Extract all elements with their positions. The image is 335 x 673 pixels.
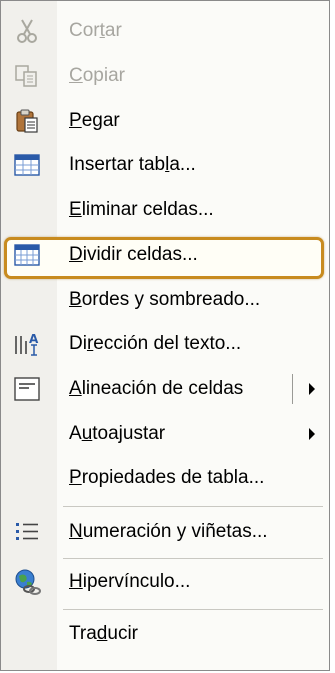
submenu-arrow-icon (309, 428, 315, 440)
menu-item-autoajustar[interactable]: Au toajustar (1, 413, 329, 455)
menu-separator (63, 558, 323, 559)
cell-alignment-icon (11, 373, 43, 405)
menu-item-bordes-sombreado[interactable]: Bordes y sombreado... (1, 279, 329, 321)
menu-item-direccion-texto[interactable]: A Di r ección del texto... (1, 323, 329, 365)
menu-item-copiar[interactable]: Copiar (1, 55, 329, 97)
menu-item-dividir-celdas[interactable]: Dividir celdas... (1, 234, 329, 276)
menu-item-label: Au toajustar (69, 423, 166, 444)
menu-item-label: Insertar tab l a... (69, 154, 196, 175)
copy-icon (11, 60, 43, 92)
menu-separator (63, 609, 323, 610)
menu-item-label: Eliminar celdas... (69, 199, 214, 220)
hyperlink-globe-icon (11, 566, 43, 598)
menu-item-alineacion-celdas[interactable]: Alineación de celdas (1, 368, 329, 410)
menu-separator (63, 506, 323, 507)
menu-item-label: Cor t ar (69, 20, 122, 41)
menu-item-hipervinculo[interactable]: Hipervínculo... (1, 561, 329, 603)
menu-item-label: Di r ección del texto... (69, 333, 242, 354)
menu-item-label: Pegar (69, 110, 120, 131)
menu-item-insertar-tabla[interactable]: Insertar tab l a... (1, 144, 329, 186)
scissors-icon (11, 15, 43, 47)
context-menu: Cor t ar Copiar Pegar Insertar tab l a..… (0, 0, 330, 671)
menu-item-propiedades-tabla[interactable]: Propiedades de tabla... (1, 457, 329, 499)
menu-item-label: Alineación de celdas (69, 378, 244, 399)
menu-item-label: Hipervínculo... (69, 571, 191, 592)
menu-item-label: Dividir celdas... (69, 244, 198, 265)
submenu-split-divider (292, 374, 293, 404)
svg-text:A: A (29, 332, 39, 346)
menu-item-label: Tra d ucir (69, 623, 138, 644)
menu-item-pegar[interactable]: Pegar (1, 100, 329, 142)
split-cells-icon (11, 239, 43, 271)
menu-item-label: Bordes y sombreado... (69, 289, 261, 310)
paste-icon (11, 105, 43, 137)
menu-item-label: Propiedades de tabla... (69, 467, 265, 488)
text-direction-icon: A (11, 328, 43, 360)
bullets-numbering-icon (11, 516, 43, 548)
menu-item-label: Numeración y viñetas... (69, 521, 268, 542)
submenu-arrow-icon[interactable] (309, 383, 315, 395)
menu-item-traducir[interactable]: Tra d ucir (1, 613, 329, 655)
menu-item-label: Copiar (69, 65, 125, 86)
insert-table-icon (11, 149, 43, 181)
menu-item-eliminar-celdas[interactable]: Eliminar celdas... (1, 189, 329, 231)
menu-item-numeracion-vinetas[interactable]: Numeración y viñetas... (1, 511, 329, 553)
menu-item-cortar[interactable]: Cor t ar (1, 10, 329, 52)
